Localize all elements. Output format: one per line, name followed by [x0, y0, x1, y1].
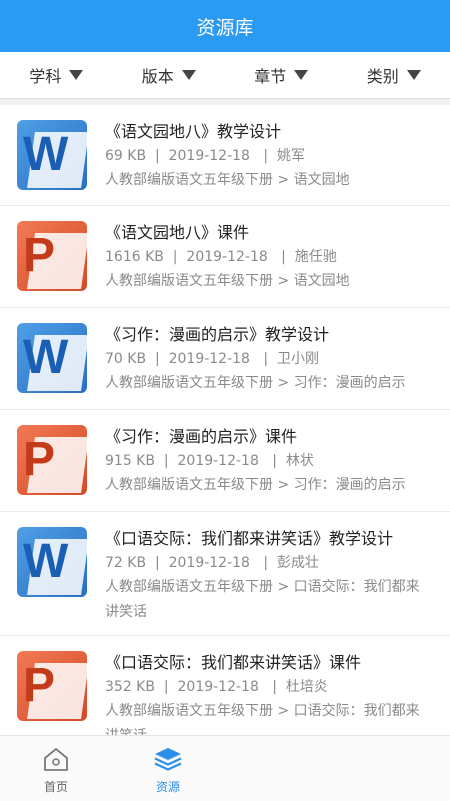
- tab-label: 资源: [156, 778, 180, 795]
- caret-down-icon: [294, 70, 308, 80]
- word-doc-icon: W: [17, 527, 87, 597]
- resource-path: 人教部编版语文五年级下册 > 口语交际：我们都来讲笑话: [105, 575, 450, 625]
- filter-category[interactable]: 类别: [338, 52, 450, 98]
- resource-meta: 70 KB | 2019-12-18 | 卫小刚: [105, 347, 450, 371]
- layers-icon: [153, 746, 183, 772]
- filter-label: 版本: [142, 63, 174, 87]
- caret-down-icon: [407, 70, 421, 80]
- resource-meta: 69 KB | 2019-12-18 | 姚军: [105, 144, 450, 168]
- ppt-doc-icon: P: [17, 651, 87, 721]
- list-item[interactable]: P 《口语交际：我们都来讲笑话》课件 352 KB | 2019-12-18 |…: [0, 636, 450, 735]
- tab-label: 首页: [44, 778, 68, 795]
- tab-bar: 首页 资源: [0, 735, 450, 801]
- filter-subject[interactable]: 学科: [0, 52, 113, 98]
- resource-meta: 352 KB | 2019-12-18 | 杜培炎: [105, 675, 450, 699]
- resource-meta: 1616 KB | 2019-12-18 | 施任驰: [105, 245, 450, 269]
- filter-bar: 学科 版本 章节 类别: [0, 52, 450, 99]
- resource-path: 人教部编版语文五年级下册 > 习作：漫画的启示: [105, 473, 450, 498]
- resource-title: 《语文园地八》课件: [105, 221, 450, 245]
- resource-meta: 72 KB | 2019-12-18 | 彭成壮: [105, 551, 450, 575]
- resource-path: 人教部编版语文五年级下册 > 语文园地: [105, 168, 450, 193]
- filter-label: 章节: [254, 63, 286, 87]
- resource-meta: 915 KB | 2019-12-18 | 林状: [105, 449, 450, 473]
- resource-path: 人教部编版语文五年级下册 > 语文园地: [105, 269, 450, 294]
- resource-list[interactable]: W 《语文园地八》教学设计 69 KB | 2019-12-18 | 姚军 人教…: [0, 105, 450, 735]
- filter-chapter[interactable]: 章节: [225, 52, 338, 98]
- ppt-doc-icon: P: [17, 425, 87, 495]
- list-item[interactable]: P 《语文园地八》课件 1616 KB | 2019-12-18 | 施任驰 人…: [0, 206, 450, 308]
- resource-title: 《习作：漫画的启示》教学设计: [105, 323, 450, 347]
- tab-resources[interactable]: 资源: [112, 736, 224, 801]
- filter-edition[interactable]: 版本: [113, 52, 226, 98]
- app-header: 资源库: [0, 0, 450, 52]
- page-title: 资源库: [196, 13, 253, 40]
- filter-label: 类别: [367, 63, 399, 87]
- home-icon: [42, 746, 70, 772]
- filter-label: 学科: [29, 63, 61, 87]
- caret-down-icon: [69, 70, 83, 80]
- word-doc-icon: W: [17, 323, 87, 393]
- resource-title: 《语文园地八》教学设计: [105, 120, 450, 144]
- list-item[interactable]: W 《语文园地八》教学设计 69 KB | 2019-12-18 | 姚军 人教…: [0, 105, 450, 206]
- resource-title: 《口语交际：我们都来讲笑话》课件: [105, 651, 450, 675]
- caret-down-icon: [182, 70, 196, 80]
- tab-home[interactable]: 首页: [0, 736, 112, 801]
- ppt-doc-icon: P: [17, 221, 87, 291]
- resource-title: 《口语交际：我们都来讲笑话》教学设计: [105, 527, 450, 551]
- word-doc-icon: W: [17, 120, 87, 190]
- list-item[interactable]: W 《习作：漫画的启示》教学设计 70 KB | 2019-12-18 | 卫小…: [0, 308, 450, 410]
- list-item[interactable]: P 《习作：漫画的启示》课件 915 KB | 2019-12-18 | 林状 …: [0, 410, 450, 512]
- resource-title: 《习作：漫画的启示》课件: [105, 425, 450, 449]
- list-item[interactable]: W 《口语交际：我们都来讲笑话》教学设计 72 KB | 2019-12-18 …: [0, 512, 450, 636]
- resource-path: 人教部编版语文五年级下册 > 习作：漫画的启示: [105, 371, 450, 396]
- resource-path: 人教部编版语文五年级下册 > 口语交际：我们都来讲笑话: [105, 699, 450, 735]
